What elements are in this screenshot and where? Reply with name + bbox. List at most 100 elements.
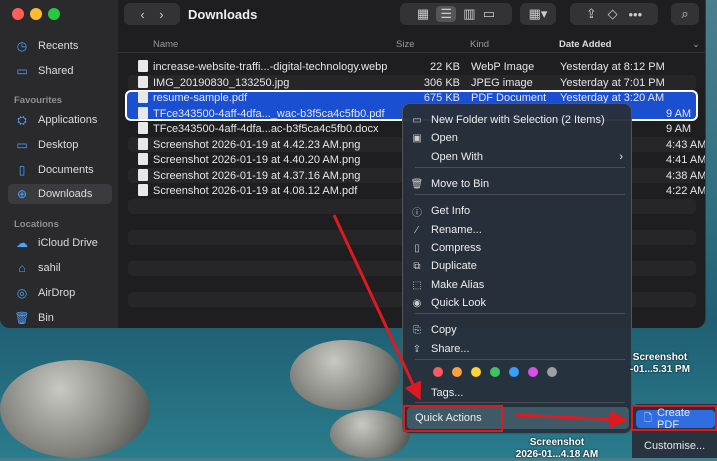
file-name: increase-website-traffi...-digital-techn…: [153, 61, 388, 73]
tag-color-dot[interactable]: [509, 367, 519, 377]
sidebar-item-icloud-drive[interactable]: ☁ iCloud Drive: [14, 233, 98, 253]
menu-item-get-info[interactable]: ⓘ Get Info: [403, 202, 633, 220]
gallery-view-icon[interactable]: ▭: [483, 6, 495, 22]
menu-item-copy[interactable]: ⎘ Copy: [403, 321, 633, 339]
sidebar-item-documents[interactable]: ▯ Documents: [14, 160, 94, 180]
tag-color-dot[interactable]: [433, 367, 443, 377]
search-icon[interactable]: ⌕: [671, 3, 699, 25]
menu-item-make-alias[interactable]: ⬚ Make Alias: [403, 276, 633, 294]
file-row[interactable]: increase-website-traffi...-digital-techn…: [128, 59, 696, 75]
file-icon: [138, 106, 148, 119]
menu-item-rename[interactable]: ⁄ Rename...: [403, 221, 633, 239]
tag-icon: ◇: [413, 387, 421, 399]
column-name[interactable]: Name: [153, 39, 178, 50]
column-size[interactable]: Size: [396, 39, 414, 50]
toolbar: ‹ › Downloads ▦ ☰ ▥ ▭ ▦▾ ⇪ ◇ ••• ⌕: [118, 0, 705, 30]
menu-item-label: Rename...: [431, 224, 482, 236]
copy-icon: ⎘: [413, 324, 421, 336]
context-menu: ▭ New Folder with Selection (2 Items) ▣ Ope…: [402, 103, 632, 434]
desktop-file-label[interactable]: Screenshot 2026-01...4.18 AM: [512, 437, 602, 461]
menu-item-compress[interactable]: ▯ Compress: [403, 239, 633, 257]
icon-view-icon[interactable]: ▦: [417, 6, 429, 22]
label-line: Screenshot: [632, 352, 688, 363]
column-date-added[interactable]: Date Added: [559, 39, 611, 50]
sidebar-item-shared[interactable]: ▭ Shared: [14, 61, 73, 81]
sidebar-item-applications[interactable]: ⛭ Applications: [14, 110, 97, 130]
menu-item-quick-look[interactable]: ◉ Quick Look: [403, 294, 633, 312]
file-date: 4:43 AM: [666, 138, 706, 151]
alias-icon: ⬚: [412, 279, 422, 291]
menu-item-open-with[interactable]: Open With ›: [403, 148, 633, 166]
label-line: Screenshot: [529, 437, 585, 448]
column-kind[interactable]: Kind: [470, 39, 489, 50]
file-date: 4:38 AM: [666, 169, 706, 182]
more-icon[interactable]: •••: [628, 7, 642, 22]
file-date: 4:41 AM: [666, 154, 706, 166]
file-icon: [138, 153, 148, 165]
group-button[interactable]: ▦▾: [520, 3, 556, 25]
archive-icon: ▯: [414, 242, 420, 254]
sidebar-item-label: Downloads: [38, 188, 93, 200]
sidebar-item-airdrop[interactable]: ◎ AirDrop: [14, 283, 76, 303]
column-view-icon[interactable]: ▥: [463, 6, 475, 22]
menu-item-label: Get Info: [431, 205, 471, 217]
sidebar-item-downloads[interactable]: ⊕ Downloads: [8, 184, 112, 204]
menu-item-open[interactable]: ▣ Open: [403, 129, 633, 147]
file-name: IMG_20190830_133250.jpg: [153, 76, 290, 89]
file-size: 22 KB: [430, 61, 460, 73]
menu-item-label: Duplicate: [431, 260, 477, 272]
eye-icon: ◉: [412, 297, 422, 309]
tag-color-dot[interactable]: [547, 367, 557, 377]
info-icon: ⓘ: [412, 207, 422, 219]
menu-item-tags[interactable]: ◇ Tags...: [403, 384, 633, 402]
menu-item-label: Make Alias: [431, 279, 485, 291]
desktop-file-label[interactable]: Screenshot -01...5.31 PM: [630, 352, 690, 376]
menu-item-share[interactable]: ⇪ Share...: [403, 340, 633, 358]
file-name: Screenshot 2026-01-19 at 4.42.23 AM.png: [153, 138, 361, 151]
sidebar-item-label: AirDrop: [38, 287, 76, 299]
menu-item-move-to-bin[interactable]: 🗑 Move to Bin: [403, 175, 633, 193]
file-name: TFce343500-4aff-4dfa...ac-b3f5ca4c5fb0.d…: [153, 123, 379, 135]
share-icon[interactable]: ⇪: [586, 6, 597, 22]
pencil-icon: ⁄: [416, 224, 418, 236]
airdrop-icon: ◎: [16, 286, 28, 300]
sidebar-section-label: Favourites: [14, 95, 63, 106]
minimize-button[interactable]: [30, 8, 42, 20]
tag-color-dot[interactable]: [528, 367, 538, 377]
file-row[interactable]: IMG_20190830_133250.jpg 306 KB JPEG image Y…: [128, 74, 696, 90]
chevron-down-icon[interactable]: ⌄: [692, 39, 700, 50]
menu-item-label: Tags...: [431, 387, 464, 399]
file-name: resume-sample.pdf: [153, 92, 248, 104]
sidebar-item-label: Applications: [38, 114, 98, 126]
clock-icon: ◷: [16, 39, 28, 53]
menu-item-new-folder-with-selection-2-items[interactable]: ▭ New Folder with Selection (2 Items): [403, 111, 633, 129]
menu-item-label: New Folder with Selection (2 Items): [431, 114, 605, 126]
menu-item-duplicate[interactable]: ⧉ Duplicate: [403, 257, 633, 275]
home-icon: ⌂: [18, 261, 26, 275]
tag-color-dot[interactable]: [471, 367, 481, 377]
back-forward-buttons[interactable]: ‹ ›: [124, 3, 180, 25]
menu-separator: [415, 313, 625, 314]
file-icon: [138, 168, 148, 181]
tag-icon[interactable]: ◇: [608, 6, 618, 22]
sidebar-item-recents[interactable]: ◷ Recents: [14, 36, 79, 56]
list-view-icon[interactable]: ☰: [436, 6, 457, 22]
trash-icon: 🗑: [410, 178, 424, 190]
chevron-right-icon[interactable]: ›: [159, 7, 163, 22]
sidebar-item-sahil[interactable]: ⌂ sahil: [14, 258, 60, 278]
chevron-left-icon[interactable]: ‹: [140, 7, 144, 22]
tag-color-dot[interactable]: [452, 367, 462, 377]
view-switcher[interactable]: ▦ ☰ ▥ ▭: [400, 3, 512, 25]
menu-item-label: Copy: [431, 324, 457, 336]
menu-separator: [415, 194, 625, 195]
zoom-button[interactable]: [48, 8, 60, 20]
sidebar-item-desktop[interactable]: ▭ Desktop: [14, 135, 78, 155]
file-size: 306 KB: [423, 76, 460, 89]
cloud-icon: ☁: [16, 236, 28, 250]
sidebar-item-bin[interactable]: 🗑 Bin: [14, 308, 54, 328]
customise-item[interactable]: Customise...: [644, 440, 705, 452]
tag-color-dot[interactable]: [490, 367, 500, 377]
file-icon: [138, 184, 148, 196]
close-button[interactable]: [12, 8, 24, 20]
action-buttons[interactable]: ⇪ ◇ •••: [570, 3, 658, 25]
